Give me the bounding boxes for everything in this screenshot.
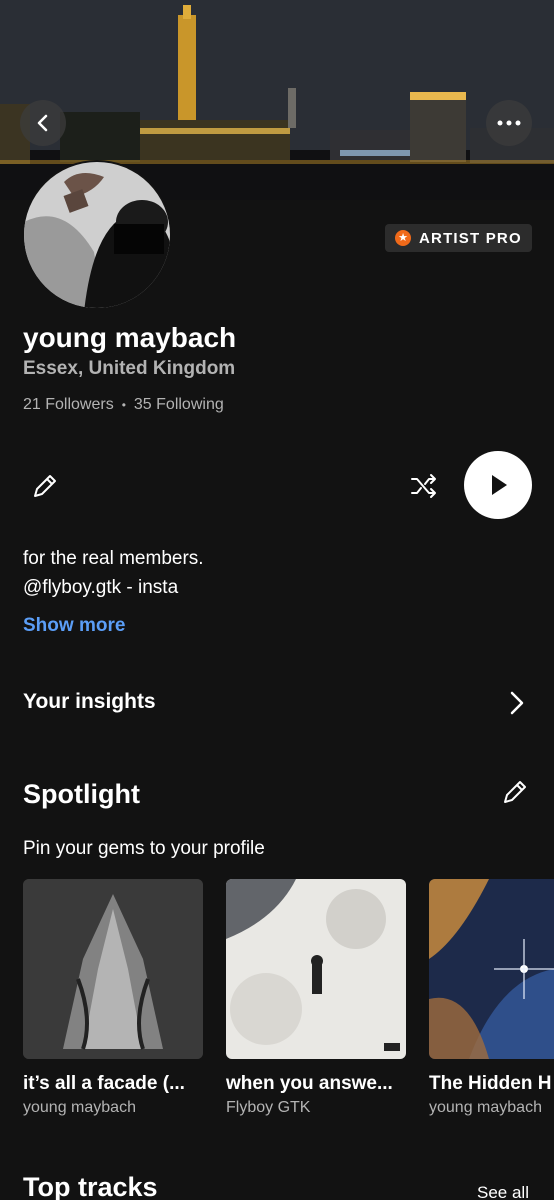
back-arrow-icon xyxy=(37,114,48,132)
track-artist: young maybach xyxy=(429,1099,542,1116)
spotlight-heading: Spotlight xyxy=(23,779,140,809)
edit-spotlight-button[interactable] xyxy=(499,776,531,808)
avatar-image xyxy=(24,162,170,308)
chevron-right-icon[interactable] xyxy=(505,689,529,717)
following-count[interactable]: 35 Following xyxy=(134,396,224,414)
separator-dot: • xyxy=(121,398,126,412)
back-button[interactable] xyxy=(20,100,66,146)
track-title: when you answe... xyxy=(226,1073,393,1094)
shuffle-button[interactable] xyxy=(408,470,440,502)
more-options-button[interactable] xyxy=(486,100,532,146)
show-more-link[interactable]: Show more xyxy=(23,615,125,637)
bio-line: for the real members. xyxy=(23,548,204,569)
see-all-link[interactable]: See all xyxy=(477,1183,529,1200)
track-artwork xyxy=(226,879,406,1059)
bio-line: @flyboy.gtk - insta xyxy=(23,577,179,598)
artist-pro-badge: ★ ARTIST PRO xyxy=(385,224,532,252)
profile-bio: for the real members. @flyboy.gtk - inst… xyxy=(23,544,204,602)
your-insights-link[interactable]: Your insights xyxy=(23,690,156,714)
profile-location: Essex, United Kingdom xyxy=(23,358,236,379)
spotlight-subtitle: Pin your gems to your profile xyxy=(23,838,265,859)
profile-avatar[interactable] xyxy=(22,160,172,310)
pencil-icon xyxy=(34,475,56,497)
spotlight-card[interactable]: it’s all a facade (... young maybach xyxy=(23,879,205,1117)
spotlight-card[interactable]: when you answe... Flyboy GTK xyxy=(226,879,408,1117)
followers-count[interactable]: 21 Followers xyxy=(23,396,114,414)
more-dots-icon xyxy=(497,120,521,126)
track-artwork xyxy=(429,879,554,1059)
follow-stats: 21 Followers • 35 Following xyxy=(23,396,224,414)
track-artist: Flyboy GTK xyxy=(226,1099,311,1116)
track-artist: young maybach xyxy=(23,1099,136,1116)
track-title: The Hidden H xyxy=(429,1073,552,1094)
badge-label: ARTIST PRO xyxy=(419,229,522,247)
track-title: it’s all a facade (... xyxy=(23,1073,185,1094)
track-artwork xyxy=(23,879,203,1059)
shuffle-icon xyxy=(411,474,436,498)
spotlight-card[interactable]: The Hidden H young maybach xyxy=(429,879,554,1117)
pencil-icon xyxy=(504,781,526,803)
edit-profile-button[interactable] xyxy=(29,470,61,502)
profile-name: young maybach xyxy=(23,322,237,353)
play-icon xyxy=(492,475,507,495)
star-icon: ★ xyxy=(395,230,411,246)
play-button[interactable] xyxy=(464,451,532,519)
top-tracks-heading: Top tracks xyxy=(23,1172,158,1200)
